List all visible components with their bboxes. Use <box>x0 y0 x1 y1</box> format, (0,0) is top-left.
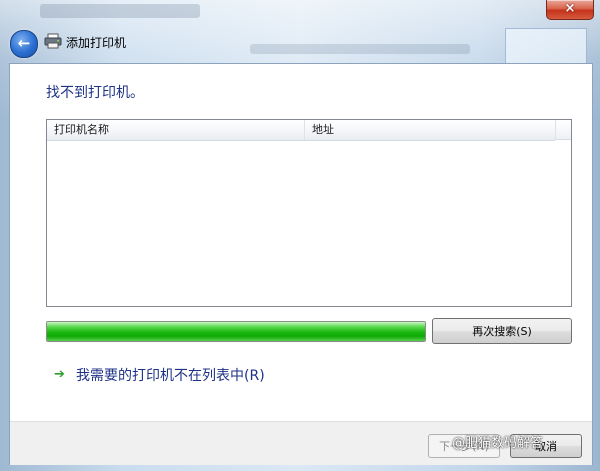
list-header: 打印机名称 地址 <box>47 120 555 141</box>
column-header-address[interactable]: 地址 <box>305 120 555 140</box>
window-title: 添加打印机 <box>66 36 127 50</box>
printer-icon <box>44 33 62 49</box>
wizard-content: 找不到打印机。 打印机名称 地址 再次搜索(S) ➔ 我需要的打印机不在列表中(… <box>9 63 593 465</box>
green-arrow-icon: ➔ <box>54 367 65 382</box>
column-header-printer-name[interactable]: 打印机名称 <box>47 120 305 140</box>
search-progress-bar <box>46 321 426 342</box>
watermark: @肥猫数码解答 <box>452 436 544 451</box>
search-again-button[interactable]: 再次搜索(S) <box>432 318 572 344</box>
background-window-title <box>40 4 200 18</box>
back-button[interactable]: ← <box>10 30 38 58</box>
close-button[interactable]: × <box>546 0 594 20</box>
page-title: 找不到打印机。 <box>46 85 144 101</box>
printer-not-listed-label[interactable]: 我需要的打印机不在列表中(R) <box>76 366 265 386</box>
search-progress-fill <box>47 322 425 341</box>
background-window-text <box>250 44 470 54</box>
close-icon: × <box>564 1 576 16</box>
back-arrow-icon: ← <box>17 34 31 52</box>
list-header-spacer <box>555 120 571 140</box>
printer-list[interactable]: 打印机名称 地址 <box>46 119 572 307</box>
